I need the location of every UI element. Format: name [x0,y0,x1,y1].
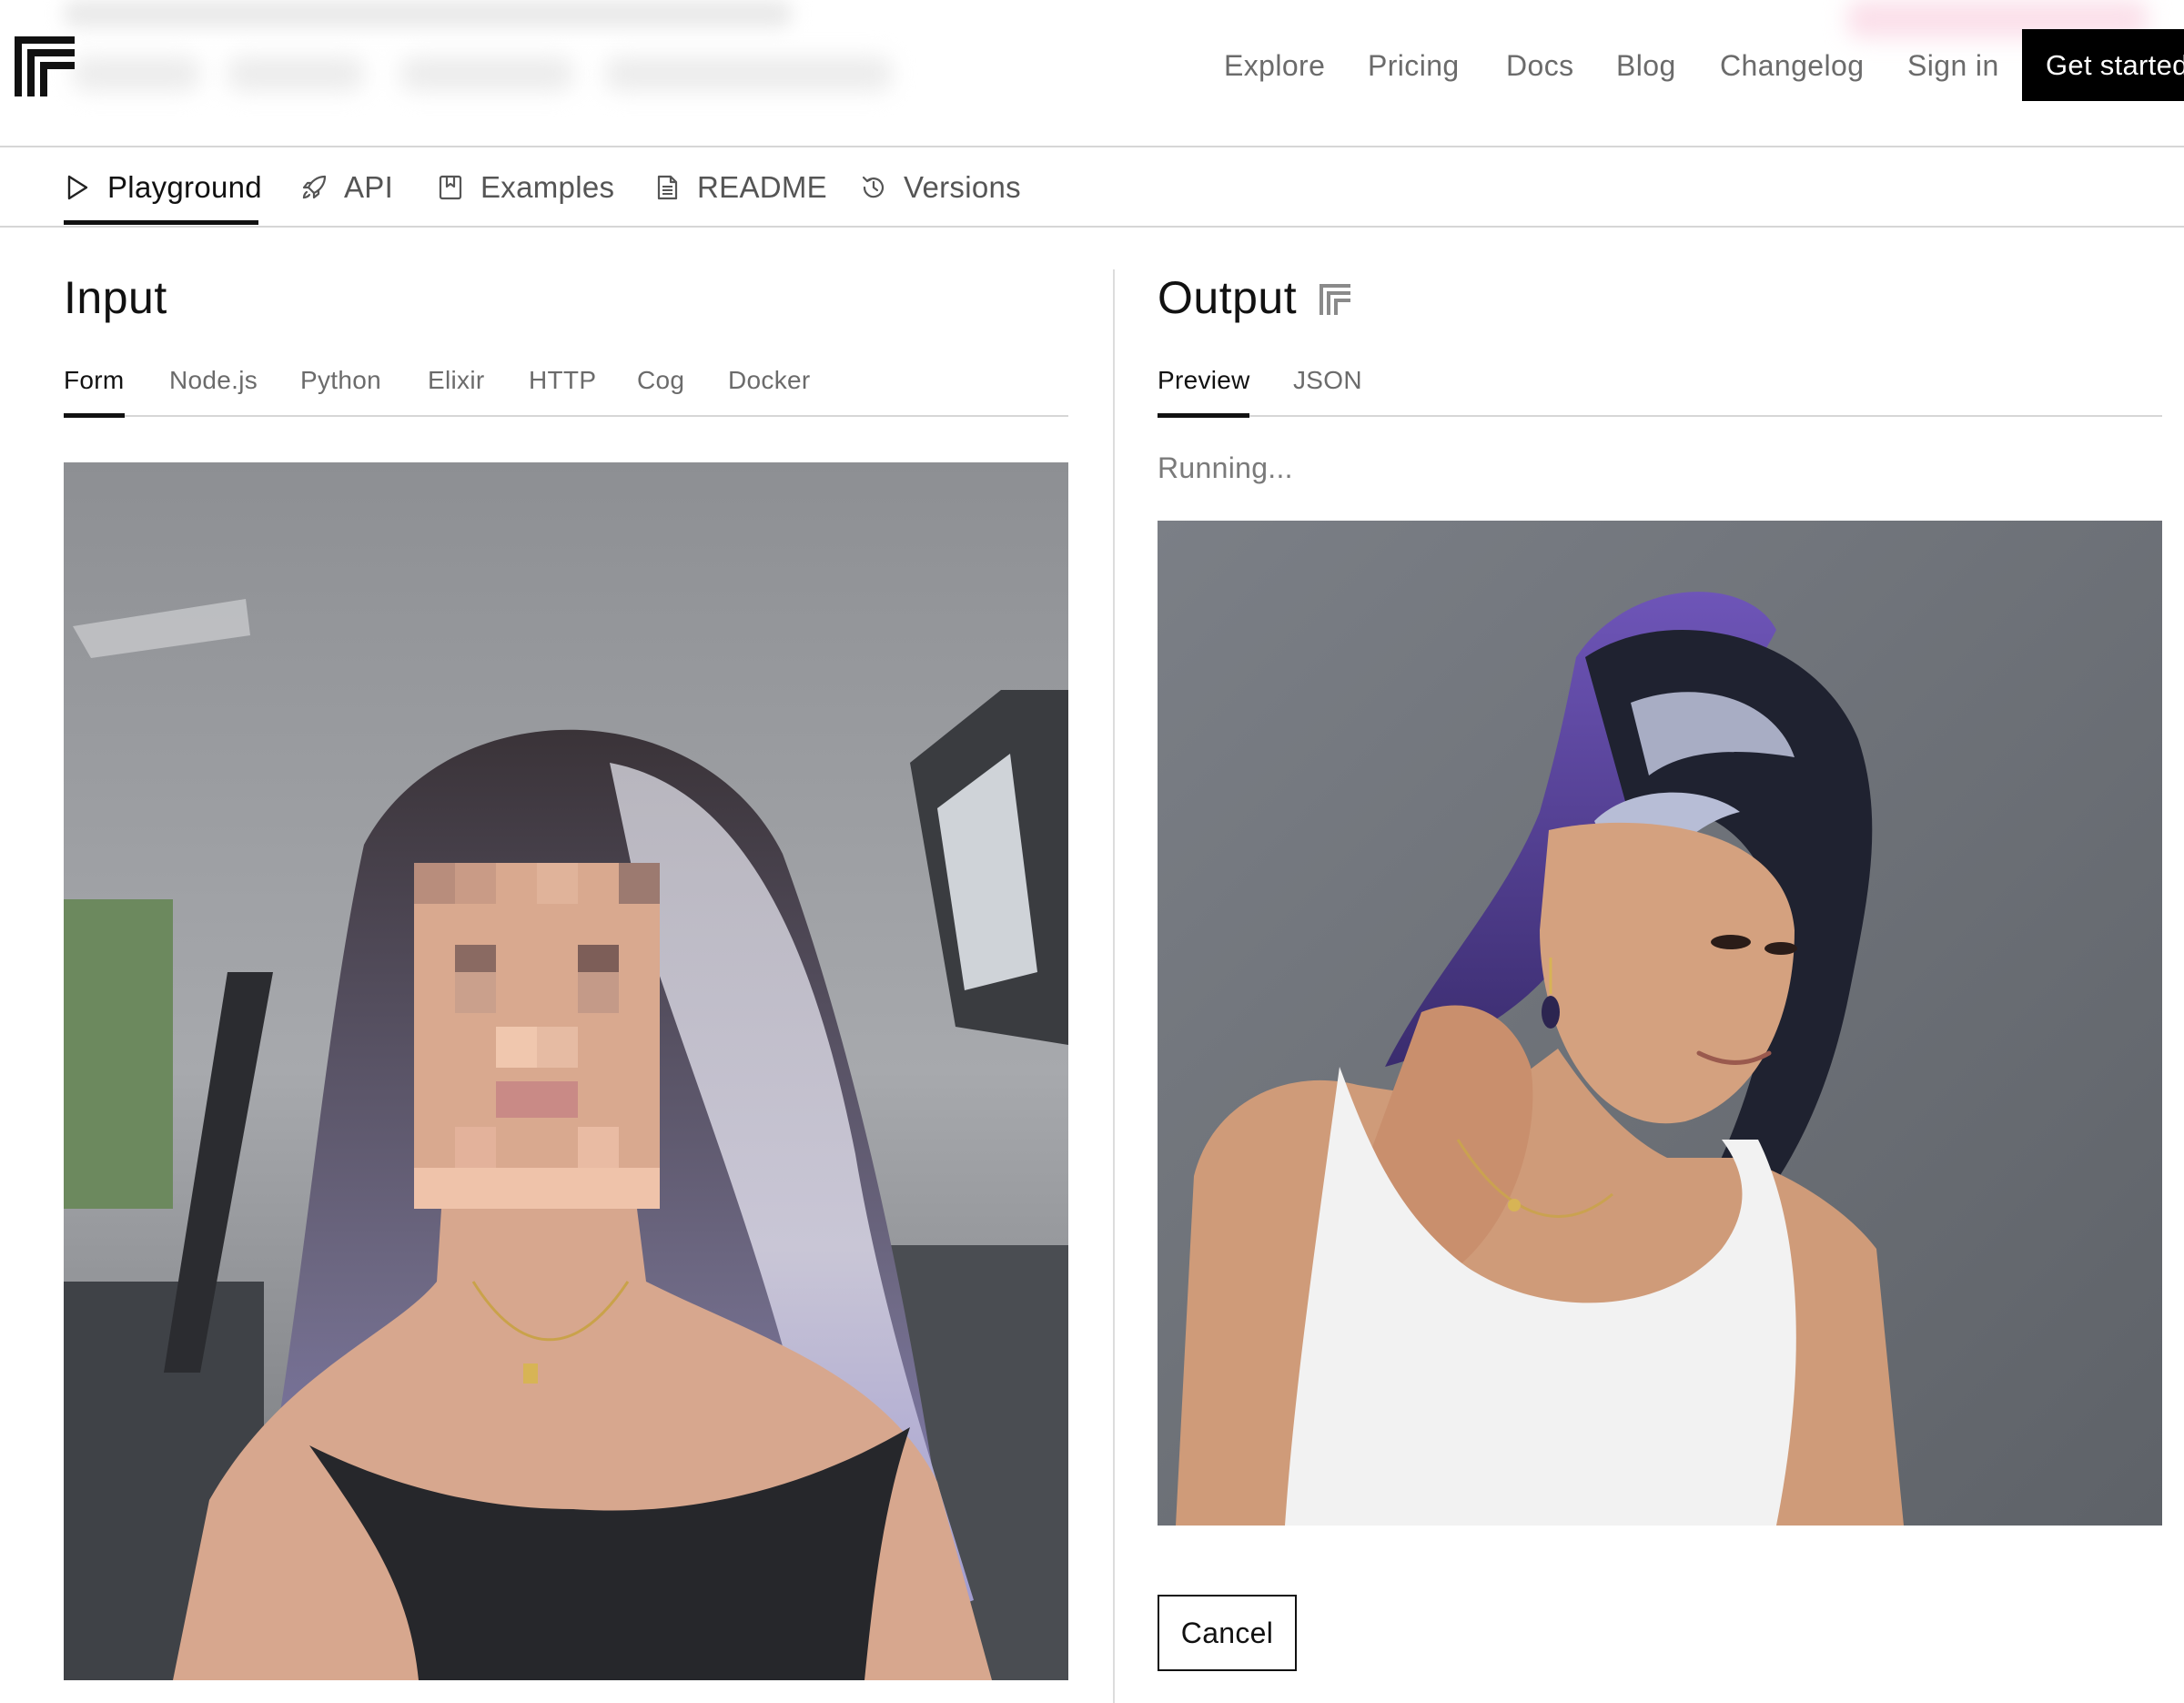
tab-versions[interactable]: Versions [860,147,1021,228]
panel-divider [1113,269,1115,1703]
history-icon [862,176,885,198]
tab-label: Examples [480,170,615,204]
tab-label: README [697,170,827,204]
input-code-tabs: Form Node.js Python Elixir HTTP Cog Dock… [64,362,1068,418]
input-tab-docker[interactable]: Docker [728,362,811,399]
tab-playground[interactable]: Playground [64,147,262,228]
input-tab-cog[interactable]: Cog [637,362,684,399]
rocket-icon [302,175,327,199]
blurred-meta [400,56,573,91]
output-tab-indicator [1158,413,1249,418]
output-photo-illustration [1158,521,2162,1526]
tab-label: Playground [107,170,262,204]
output-tabs: Preview JSON [1158,362,2162,418]
replicate-logo-icon[interactable] [15,36,75,96]
top-header: Explore Pricing Docs Blog Changelog Sign… [0,0,2184,147]
nav-changelog-link[interactable]: Changelog [1720,44,1864,87]
input-image[interactable] [64,462,1068,1680]
prediction-status: Running... [1158,451,1293,484]
input-tab-form[interactable]: Form [64,362,125,399]
replicate-mark-icon [1319,284,1350,315]
nav-explore-link[interactable]: Explore [1224,44,1325,87]
nav-blog-link[interactable]: Blog [1616,44,1676,87]
tab-label: Versions [904,170,1021,204]
input-tab-python[interactable]: Python [300,362,381,399]
input-title: Input [64,272,167,323]
blurred-meta [73,56,200,91]
input-tab-http[interactable]: HTTP [529,362,596,399]
tab-readme[interactable]: README [653,147,827,228]
nav-sign-in-link[interactable]: Sign in [1907,44,1999,87]
document-icon [657,175,678,200]
bookmark-icon [439,175,462,200]
play-icon [67,175,88,200]
output-tab-json[interactable]: JSON [1293,362,1362,399]
tab-examples[interactable]: Examples [437,147,614,228]
nav-docs-link[interactable]: Docs [1506,44,1574,87]
output-title: Output [1158,271,1350,324]
input-photo-illustration [64,462,1068,1680]
tab-api[interactable]: API [300,147,393,228]
output-image[interactable] [1158,521,2162,1526]
active-tab-indicator [64,220,258,225]
input-tab-nodejs[interactable]: Node.js [169,362,258,399]
blurred-meta [605,56,892,91]
blurred-heading [64,0,792,27]
output-tab-preview[interactable]: Preview [1158,362,1250,399]
cancel-button[interactable]: Cancel [1158,1595,1297,1671]
tab-label: API [344,170,394,204]
get-started-button[interactable]: Get started [2022,29,2184,101]
nav-pricing-link[interactable]: Pricing [1368,44,1460,87]
input-tab-elixir[interactable]: Elixir [428,362,484,399]
blurred-meta [228,56,364,91]
input-tab-indicator [64,413,125,418]
output-title-text: Output [1158,272,1298,323]
pixelated-face [414,863,660,1209]
model-tabs: Playground API Examples README Versions [0,147,2184,228]
